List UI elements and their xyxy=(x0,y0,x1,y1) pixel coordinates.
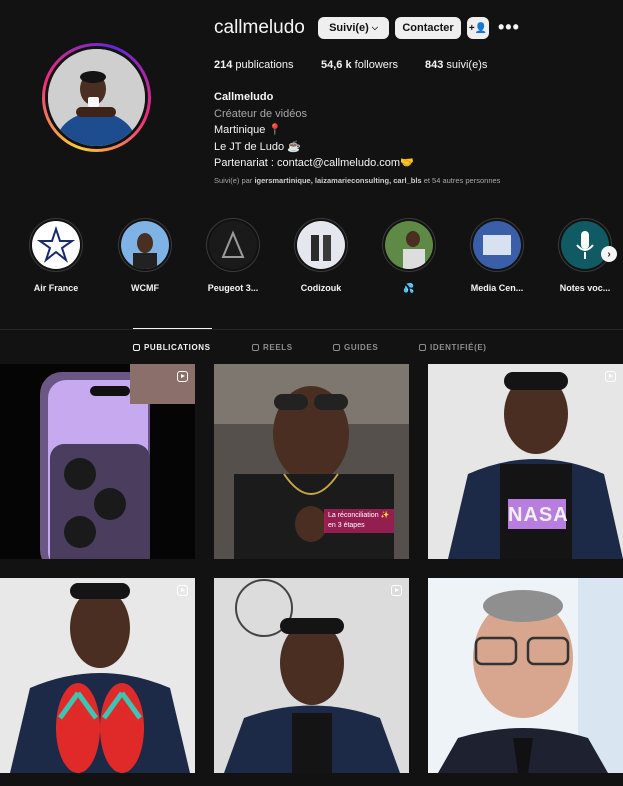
post-1[interactable] xyxy=(0,364,195,559)
highlight-splash[interactable]: 💦 xyxy=(374,218,444,294)
post-image xyxy=(0,364,195,559)
contact-button[interactable]: Contacter xyxy=(395,17,461,39)
post-image xyxy=(0,578,195,773)
highlight-cover xyxy=(209,221,257,269)
highlight-cover xyxy=(121,221,169,269)
highlight-peugeot[interactable]: Peugeot 3... xyxy=(198,218,268,293)
avatar xyxy=(48,49,145,146)
highlight-cover xyxy=(473,221,521,269)
highlight-cover xyxy=(385,221,433,269)
avatar-photo xyxy=(48,49,145,146)
profile-full-name: Callmeludo xyxy=(214,91,274,103)
chevron-right-icon: › xyxy=(607,248,611,260)
following-button[interactable]: Suivi(e) ⌵ xyxy=(318,17,389,39)
post-image xyxy=(428,578,623,773)
suggest-user-button[interactable]: +👤 xyxy=(467,17,489,39)
more-options-icon[interactable]: ••• xyxy=(498,18,520,36)
post-image xyxy=(428,364,623,559)
grid-icon xyxy=(133,344,140,351)
highlight-media-center[interactable]: Media Cen... xyxy=(462,218,532,293)
highlight-codizouk[interactable]: Codizouk xyxy=(286,218,356,293)
followed-by-text[interactable]: Suivi(e) par igersmartinique, laizamarie… xyxy=(214,176,500,185)
post-2[interactable]: La réconciliation ✨ en 3 étapes xyxy=(214,364,409,559)
reel-icon xyxy=(605,371,616,382)
add-person-icon: +👤 xyxy=(468,22,488,34)
shirt-print-text: NASA xyxy=(508,504,569,526)
post-5[interactable] xyxy=(214,578,409,773)
tab-tagged[interactable]: IDENTIFIÉ(E) xyxy=(419,343,487,352)
posts-stat[interactable]: 214 publications xyxy=(214,59,321,71)
highlight-cover xyxy=(561,221,609,269)
highlights-next-button[interactable]: › xyxy=(601,246,617,262)
bio-line: Partenariat : contact@callmeludo.com🤝 xyxy=(214,157,414,169)
profile-category: Créateur de vidéos xyxy=(214,107,307,120)
guides-icon xyxy=(333,344,340,351)
reel-icon xyxy=(177,585,188,596)
tagged-icon xyxy=(419,344,426,351)
divider xyxy=(0,329,623,330)
post-3[interactable]: NASA xyxy=(428,364,623,559)
post-4[interactable] xyxy=(0,578,195,773)
tab-guides[interactable]: GUIDES xyxy=(333,343,378,352)
highlight-cover xyxy=(32,221,80,269)
followers-stat[interactable]: 54,6 k followers xyxy=(321,59,425,71)
highlight-cover xyxy=(297,221,345,269)
reels-icon xyxy=(252,344,259,351)
profile-avatar-ring[interactable] xyxy=(42,43,151,152)
microphone-icon xyxy=(561,221,609,269)
reel-icon xyxy=(391,585,402,596)
profile-stats: 214 publications 54,6 k followers 843 su… xyxy=(214,59,487,71)
active-tab-indicator xyxy=(133,328,212,329)
highlight-wcmf[interactable]: WCMF xyxy=(110,218,180,293)
highlight-air-france[interactable]: Air France xyxy=(21,218,91,293)
post-caption-overlay: La réconciliation ✨ en 3 étapes xyxy=(324,509,394,533)
chevron-down-icon: ⌵ xyxy=(371,23,378,32)
following-stat[interactable]: 843 suivi(e)s xyxy=(425,59,487,71)
profile-username: callmeludo xyxy=(214,17,305,38)
tab-publications[interactable]: PUBLICATIONS xyxy=(133,343,211,352)
post-image xyxy=(214,578,409,773)
tab-reels[interactable]: REELS xyxy=(252,343,293,352)
bio-line: Martinique 📍 xyxy=(214,124,283,136)
reel-icon xyxy=(177,371,188,382)
post-6[interactable] xyxy=(428,578,623,773)
bio-line: Le JT de Ludo ☕ xyxy=(214,140,301,153)
profile-bio: Callmeludo Créateur de vidéos Martinique… xyxy=(214,89,414,172)
